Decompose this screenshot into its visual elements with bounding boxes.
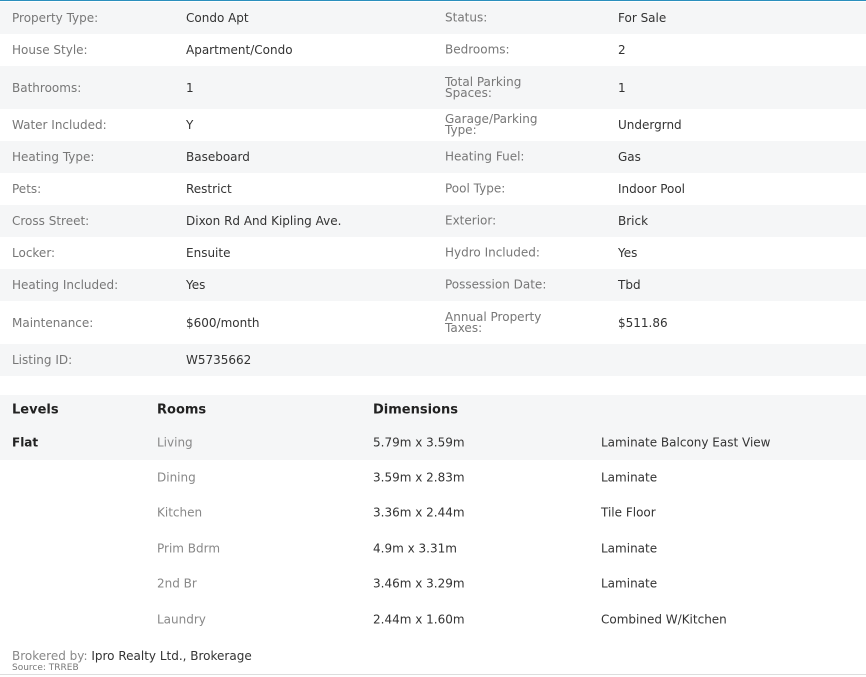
- detail-value: Gas: [618, 150, 641, 164]
- detail-value: Condo Apt: [186, 11, 249, 25]
- detail-label: Locker:: [12, 246, 56, 260]
- detail-row: Water Included: Y Garage/Parking Type: U…: [0, 109, 866, 141]
- detail-label: Bathrooms:: [12, 80, 82, 95]
- detail-label: Heating Fuel:: [445, 149, 525, 164]
- detail-value: Indoor Pool: [618, 182, 686, 196]
- detail-value: 1: [618, 80, 626, 95]
- table-row: Kitchen 3.36m x 2.44m Tile Floor: [0, 496, 866, 532]
- detail-row: Maintenance: $600/month Annual Property …: [0, 301, 866, 344]
- room-dimensions: 3.36m x 2.44m: [373, 505, 465, 520]
- detail-label: Pool Type:: [445, 181, 506, 196]
- detail-row: Bathrooms: 1 Total Parking Spaces: 1: [0, 66, 866, 109]
- detail-label: Possession Date:: [445, 277, 547, 292]
- room-name: Living: [157, 435, 193, 449]
- detail-label: Hydro Included:: [445, 245, 540, 260]
- room-name: Kitchen: [157, 505, 203, 520]
- detail-value: 2: [618, 43, 626, 57]
- detail-value: Ensuite: [186, 246, 231, 260]
- brokerage-name: Ipro Realty Ltd., Brokerage: [91, 649, 252, 663]
- detail-label: House Style:: [12, 43, 88, 57]
- rooms-table-header: Levels Rooms Dimensions: [0, 395, 866, 425]
- detail-label: Garage/Parking Type:: [445, 112, 538, 137]
- detail-value: $600/month: [186, 315, 260, 330]
- source-attribution: Source: TRREB: [12, 663, 79, 673]
- header-dimensions: Dimensions: [373, 402, 458, 418]
- property-details-grid: Property Type: Condo Apt Status: For Sal…: [0, 2, 866, 376]
- detail-label: Pets:: [12, 182, 42, 196]
- detail-value: Restrict: [186, 182, 232, 196]
- detail-row: Cross Street: Dixon Rd And Kipling Ave. …: [0, 205, 866, 237]
- detail-value: Apartment/Condo: [186, 43, 293, 57]
- detail-value: Baseboard: [186, 150, 250, 164]
- detail-label: Maintenance:: [12, 315, 94, 330]
- detail-row: Property Type: Condo Apt Status: For Sal…: [0, 2, 866, 34]
- detail-row: House Style: Apartment/Condo Bedrooms: 2: [0, 34, 866, 66]
- detail-row: Heating Type: Baseboard Heating Fuel: Ga…: [0, 141, 866, 173]
- room-dimensions: 4.9m x 3.31m: [373, 541, 457, 556]
- room-description: Combined W/Kitchen: [601, 612, 727, 627]
- detail-label: Exterior:: [445, 213, 497, 228]
- room-dimensions: 5.79m x 3.59m: [373, 435, 465, 449]
- detail-value: Y: [186, 118, 194, 132]
- rooms-table: Levels Rooms Dimensions Flat Living 5.79…: [0, 395, 866, 638]
- detail-row: Locker: Ensuite Hydro Included: Yes: [0, 237, 866, 269]
- brokered-by-label: Brokered by:: [12, 649, 88, 663]
- detail-row: Listing ID: W5735662: [0, 344, 866, 376]
- detail-label: Heating Type:: [12, 150, 95, 164]
- detail-value: $511.86: [618, 315, 668, 330]
- room-name: 2nd Br: [157, 576, 197, 591]
- room-dimensions: 2.44m x 1.60m: [373, 612, 465, 627]
- bottom-divider: [0, 674, 866, 675]
- table-row: Flat Living 5.79m x 3.59m Laminate Balco…: [0, 425, 866, 460]
- room-description: Laminate: [601, 470, 658, 485]
- brokered-by-line: Brokered by: Ipro Realty Ltd., Brokerage: [12, 649, 252, 663]
- header-rooms: Rooms: [157, 402, 207, 418]
- detail-label: Status:: [445, 10, 488, 25]
- room-level: Flat: [12, 435, 39, 449]
- table-row: Prim Bdrm 4.9m x 3.31m Laminate: [0, 531, 866, 567]
- detail-label: Cross Street:: [12, 214, 90, 228]
- detail-value: 1: [186, 80, 194, 95]
- detail-label: Total Parking Spaces:: [445, 74, 522, 100]
- listing-details-panel: Property Type: Condo Apt Status: For Sal…: [0, 0, 866, 677]
- room-dimensions: 3.46m x 3.29m: [373, 576, 465, 591]
- detail-label: Water Included:: [12, 118, 107, 132]
- room-dimensions: 3.59m x 2.83m: [373, 470, 465, 485]
- detail-value: Yes: [186, 278, 206, 292]
- detail-value: Dixon Rd And Kipling Ave.: [186, 214, 342, 228]
- table-row: Laundry 2.44m x 1.60m Combined W/Kitchen: [0, 602, 866, 638]
- detail-label: Annual Property Taxes:: [445, 309, 542, 335]
- detail-label: Heating Included:: [12, 278, 119, 292]
- detail-label: Bedrooms:: [445, 42, 510, 57]
- room-name: Prim Bdrm: [157, 541, 221, 556]
- detail-value: Tbd: [618, 278, 641, 292]
- detail-label: Property Type:: [12, 11, 99, 25]
- room-description: Laminate: [601, 576, 658, 591]
- room-name: Laundry: [157, 612, 206, 627]
- detail-row: Pets: Restrict Pool Type: Indoor Pool: [0, 173, 866, 205]
- detail-value: Undergrnd: [618, 118, 682, 132]
- detail-value: W5735662: [186, 353, 252, 367]
- detail-label: Listing ID:: [12, 353, 73, 367]
- room-description: Tile Floor: [601, 505, 656, 520]
- detail-value: Brick: [618, 214, 649, 228]
- detail-row: Heating Included: Yes Possession Date: T…: [0, 269, 866, 301]
- table-row: 2nd Br 3.46m x 3.29m Laminate: [0, 567, 866, 603]
- detail-value: Yes: [618, 246, 638, 260]
- detail-value: For Sale: [618, 11, 667, 25]
- listing-footer: Brokered by: Ipro Realty Ltd., Brokerage…: [12, 649, 252, 673]
- header-levels: Levels: [12, 402, 59, 418]
- table-row: Dining 3.59m x 2.83m Laminate: [0, 460, 866, 496]
- room-name: Dining: [157, 470, 196, 485]
- room-description: Laminate Balcony East View: [601, 435, 771, 449]
- room-description: Laminate: [601, 541, 658, 556]
